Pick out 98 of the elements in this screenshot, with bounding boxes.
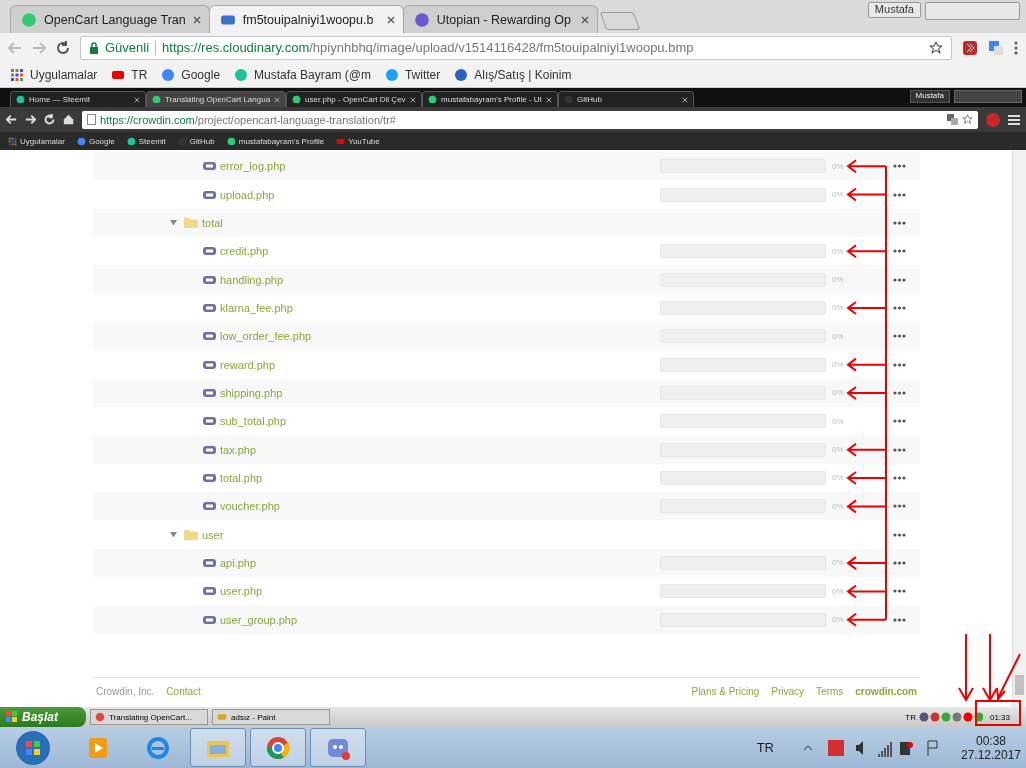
close-icon[interactable] bbox=[134, 96, 140, 103]
star-icon[interactable] bbox=[929, 40, 943, 55]
browser-tab[interactable]: fm5touipalniyi1woopu.b bbox=[208, 5, 404, 33]
more-icon[interactable] bbox=[893, 561, 906, 565]
bookmark-link[interactable]: Uygulamalar bbox=[8, 136, 65, 146]
file-icon bbox=[203, 614, 216, 625]
browser-tab[interactable]: GitHub bbox=[558, 91, 695, 107]
windows-flag-icon bbox=[6, 711, 18, 723]
language-indicator[interactable]: TR bbox=[756, 740, 774, 755]
menu-icon[interactable] bbox=[1014, 40, 1018, 55]
more-icon[interactable] bbox=[893, 334, 906, 339]
file-icon bbox=[203, 246, 216, 257]
apps-grid-icon bbox=[10, 67, 24, 82]
file-icon bbox=[203, 472, 216, 483]
more-icon[interactable] bbox=[893, 362, 906, 367]
bookmark-link[interactable]: Alış/Satış | Koinim bbox=[454, 67, 572, 82]
more-icon[interactable] bbox=[893, 419, 906, 424]
more-icon[interactable] bbox=[893, 475, 906, 480]
file-icon bbox=[203, 274, 216, 285]
extension-icon[interactable] bbox=[962, 39, 978, 56]
file-icon bbox=[203, 444, 216, 455]
tray-icons-drawing bbox=[918, 711, 983, 723]
bookmark-link[interactable]: GitHub bbox=[177, 136, 215, 146]
file-icon bbox=[203, 331, 216, 342]
menu-icon[interactable] bbox=[1008, 114, 1020, 125]
back-icon[interactable] bbox=[6, 114, 17, 125]
more-icon[interactable] bbox=[893, 305, 906, 310]
file-icon bbox=[203, 387, 216, 398]
apps-grid-icon bbox=[8, 136, 17, 146]
bookmark-link[interactable]: Google bbox=[161, 67, 221, 82]
bookmark-link[interactable]: Mustafa Bayram (@m bbox=[234, 67, 371, 82]
taskbar-app-button[interactable] bbox=[250, 728, 306, 767]
bookmark-link[interactable]: Twitter bbox=[384, 67, 441, 82]
more-icon[interactable] bbox=[893, 447, 906, 452]
taskbar-app-button[interactable] bbox=[310, 728, 366, 767]
close-icon[interactable] bbox=[386, 15, 395, 24]
file-icon bbox=[203, 501, 216, 512]
more-icon[interactable] bbox=[893, 504, 906, 509]
address-bar[interactable]: https://crowdin.com/project/opencart-language-translation/tr# bbox=[82, 110, 978, 129]
close-icon[interactable] bbox=[192, 15, 201, 24]
browser-tab[interactable]: user.php - OpenCart Dil Çev bbox=[286, 91, 423, 107]
more-icon[interactable] bbox=[893, 532, 906, 537]
bookmark-link[interactable]: Google bbox=[76, 136, 115, 146]
browser-tab[interactable]: Translating OpenCart Langua bbox=[146, 91, 287, 107]
file-icon bbox=[203, 161, 216, 172]
more-icon[interactable] bbox=[893, 220, 906, 225]
scrollbar-thumb[interactable] bbox=[1015, 675, 1024, 695]
folder-icon bbox=[184, 529, 198, 541]
lock-icon bbox=[89, 41, 99, 54]
star-icon[interactable] bbox=[962, 114, 973, 125]
taskbar-window-button[interactable]: adsız - Paint bbox=[212, 709, 330, 725]
close-icon[interactable] bbox=[546, 96, 553, 103]
translate-icon[interactable] bbox=[988, 39, 1004, 56]
file-icon bbox=[203, 416, 216, 427]
clock-time: 00:38 bbox=[976, 733, 1006, 748]
language-indicator[interactable]: TR bbox=[905, 712, 916, 722]
close-icon[interactable] bbox=[580, 15, 589, 24]
more-icon[interactable] bbox=[893, 192, 906, 197]
more-icon[interactable] bbox=[893, 164, 906, 169]
address-bar[interactable]: Güvenli https://res.cloudinary.com/hpiynhbhq/image/upload/v1514116428/fm5touipalniyi1woopu.bmp bbox=[80, 35, 952, 60]
close-icon[interactable] bbox=[274, 96, 281, 103]
bookmark-link[interactable]: mustafabayram's Profile bbox=[226, 136, 325, 146]
close-icon[interactable] bbox=[410, 96, 417, 103]
bookmark-link[interactable]: Steemit bbox=[126, 136, 166, 146]
bookmark-link[interactable]: TR bbox=[111, 67, 148, 82]
forward-icon[interactable] bbox=[25, 114, 36, 125]
browser-tab[interactable]: mustafabayram's Profile - Ut bbox=[422, 91, 559, 107]
browser-tab[interactable]: Home — Steemit bbox=[10, 91, 146, 107]
more-icon[interactable] bbox=[893, 249, 906, 254]
reload-icon[interactable] bbox=[56, 40, 70, 55]
bookmark-link[interactable]: Uygulamalar bbox=[10, 67, 98, 82]
more-icon[interactable] bbox=[893, 390, 906, 395]
more-icon[interactable] bbox=[893, 617, 906, 622]
close-icon[interactable] bbox=[682, 96, 689, 103]
profile-button[interactable]: Mustafa bbox=[867, 2, 921, 18]
page-icon bbox=[87, 114, 96, 125]
file-icon bbox=[203, 189, 216, 200]
expand-caret[interactable] bbox=[170, 531, 177, 539]
more-icon[interactable] bbox=[893, 277, 906, 282]
taskbar-window-button[interactable]: Translating OpenCart... bbox=[90, 709, 208, 725]
expand-caret[interactable] bbox=[170, 219, 177, 227]
browser-tab[interactable]: OpenCart Language Tran bbox=[10, 5, 210, 33]
clock-date: 27.12.2017 bbox=[960, 747, 1022, 762]
bookmark-link[interactable]: YouTube bbox=[336, 136, 380, 146]
start-button[interactable]: Başlat bbox=[0, 707, 86, 727]
highlight-frame bbox=[975, 700, 1021, 726]
more-icon[interactable] bbox=[893, 589, 906, 594]
file-icon bbox=[203, 302, 216, 313]
browser-tab[interactable]: Utopian - Rewarding Op bbox=[402, 5, 598, 33]
translate-icon[interactable] bbox=[947, 114, 958, 125]
file-icon bbox=[203, 586, 216, 597]
company-name: Crowdin, Inc. bbox=[96, 686, 155, 697]
folder-icon bbox=[184, 217, 198, 229]
file-icon bbox=[203, 359, 216, 370]
home-icon[interactable] bbox=[63, 114, 74, 125]
profile-button[interactable]: Mustafa bbox=[909, 90, 950, 103]
file-icon bbox=[203, 558, 216, 568]
clock: 01:33 bbox=[988, 712, 1011, 722]
